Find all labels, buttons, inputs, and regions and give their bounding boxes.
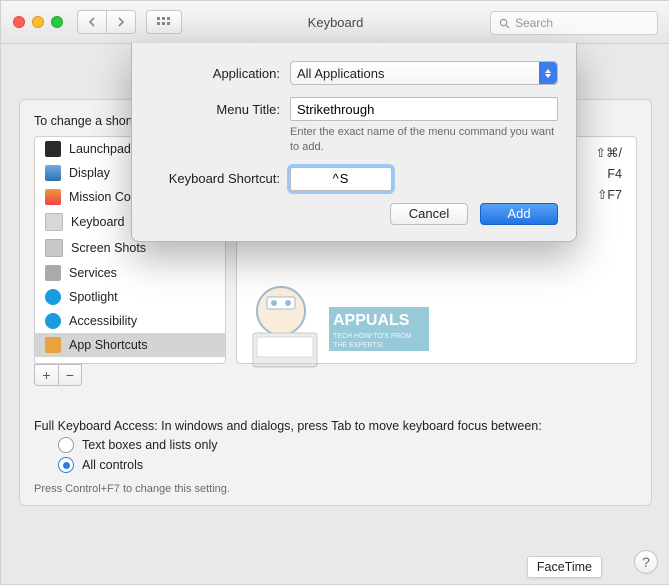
preferences-window: Keyboard Search To change a shortcut, se… bbox=[0, 0, 669, 585]
grid-icon bbox=[157, 17, 171, 27]
radio-icon bbox=[58, 437, 74, 453]
launchpad-icon bbox=[45, 141, 61, 157]
close-icon[interactable] bbox=[13, 16, 25, 28]
chevron-left-icon bbox=[88, 17, 96, 27]
shortcut-combo: ⇧F7 bbox=[596, 185, 622, 206]
keyboard-shortcut-label: Keyboard Shortcut: bbox=[150, 171, 280, 186]
sidebar-item-app-shortcuts[interactable]: App Shortcuts bbox=[35, 333, 225, 357]
cancel-button[interactable]: Cancel bbox=[390, 203, 468, 225]
keyboard-shortcut-input[interactable] bbox=[290, 167, 392, 191]
sidebar-item-label: Services bbox=[69, 266, 117, 280]
add-shortcut-sheet: Application: All Applications Menu Title… bbox=[131, 43, 577, 242]
radio-checked-icon bbox=[58, 457, 74, 473]
help-button[interactable]: ? bbox=[634, 550, 658, 574]
menu-title-label: Menu Title: bbox=[150, 102, 280, 117]
add-remove-group: + − bbox=[34, 364, 637, 386]
add-button[interactable]: Add bbox=[480, 203, 558, 225]
sidebar-item-services[interactable]: Services bbox=[35, 261, 225, 285]
sidebar-item-spotlight[interactable]: Spotlight bbox=[35, 285, 225, 309]
radio-label: All controls bbox=[82, 458, 143, 472]
sidebar-item-label: App Shortcuts bbox=[69, 338, 148, 352]
shortcut-combo: ⇧⌘/ bbox=[596, 143, 622, 164]
spotlight-icon bbox=[45, 289, 61, 305]
minimize-icon[interactable] bbox=[32, 16, 44, 28]
search-field[interactable]: Search bbox=[490, 11, 658, 35]
application-value: All Applications bbox=[297, 66, 384, 81]
menu-title-hint: Enter the exact name of the menu command… bbox=[290, 125, 558, 155]
application-label: Application: bbox=[150, 66, 280, 81]
sidebar-item-label: Screen Shots bbox=[71, 241, 146, 255]
sidebar-item-label: Accessibility bbox=[69, 314, 137, 328]
fka-option-textboxes[interactable]: Text boxes and lists only bbox=[58, 437, 637, 453]
sidebar-item-label: Spotlight bbox=[69, 290, 118, 304]
services-icon bbox=[45, 265, 61, 281]
fka-option-allcontrols[interactable]: All controls bbox=[58, 457, 637, 473]
app-shortcuts-icon bbox=[45, 337, 61, 353]
back-button[interactable] bbox=[77, 10, 106, 34]
visible-shortcuts: ⇧⌘/ F4 ⇧F7 bbox=[596, 143, 622, 206]
titlebar: Keyboard Search bbox=[1, 1, 669, 44]
accessibility-icon bbox=[45, 313, 61, 329]
display-icon bbox=[45, 165, 61, 181]
application-select[interactable]: All Applications bbox=[290, 61, 558, 85]
fka-hint: Press Control+F7 to change this setting. bbox=[34, 483, 637, 495]
radio-label: Text boxes and lists only bbox=[82, 438, 218, 452]
fka-label: Full Keyboard Access: In windows and dia… bbox=[34, 419, 637, 433]
select-caret-icon bbox=[539, 62, 557, 84]
chevron-right-icon bbox=[117, 17, 125, 27]
show-all-button[interactable] bbox=[146, 10, 182, 34]
screenshot-icon bbox=[45, 239, 63, 257]
search-placeholder: Search bbox=[515, 16, 553, 30]
keyboard-icon bbox=[45, 213, 63, 231]
nav-buttons bbox=[77, 10, 136, 34]
add-shortcut-button[interactable]: + bbox=[34, 364, 58, 386]
mission-control-icon bbox=[45, 189, 61, 205]
sidebar-item-label: Display bbox=[69, 166, 110, 180]
search-icon bbox=[499, 18, 510, 29]
sidebar-item-label: Keyboard bbox=[71, 215, 125, 229]
sidebar-item-accessibility[interactable]: Accessibility bbox=[35, 309, 225, 333]
forward-button[interactable] bbox=[106, 10, 136, 34]
window-controls bbox=[1, 16, 63, 28]
remove-shortcut-button[interactable]: − bbox=[58, 364, 82, 386]
shortcut-combo: F4 bbox=[596, 164, 622, 185]
menu-title-input[interactable] bbox=[290, 97, 558, 121]
zoom-icon[interactable] bbox=[51, 16, 63, 28]
facetime-tooltip: FaceTime bbox=[527, 556, 602, 578]
full-keyboard-access: Full Keyboard Access: In windows and dia… bbox=[34, 419, 637, 495]
